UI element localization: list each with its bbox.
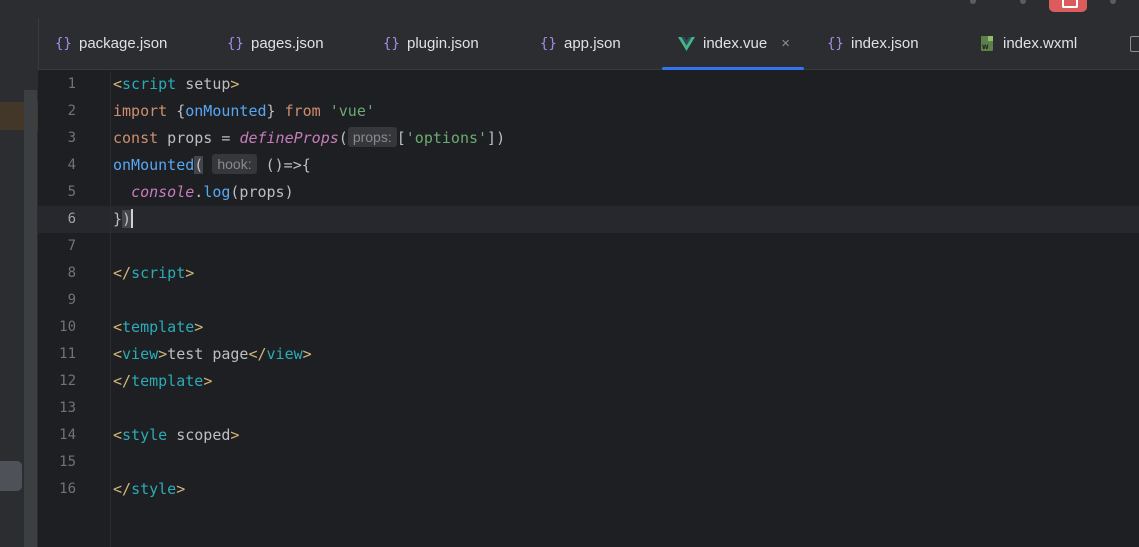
line-number: 10 [59, 319, 76, 335]
text-caret [131, 209, 134, 228]
code-editor[interactable]: 1 2 3 4 5 6 7 8 9 10 11 12 13 14 15 16 <… [38, 71, 1139, 547]
code-line-12: </template> [113, 372, 213, 390]
code-line-1: <script setup> [113, 75, 240, 93]
title-bar [0, 0, 1139, 18]
line-number: 2 [67, 103, 76, 119]
code-line-3: const props = defineProps(props: ['option… [113, 127, 506, 147]
line-number-gutter: 1 2 3 4 5 6 7 8 9 10 11 12 13 14 15 16 [38, 71, 111, 547]
settings-dot-icon[interactable] [1110, 0, 1116, 4]
wxml-file-icon: W [979, 35, 995, 52]
code-line-8: </script> [113, 264, 195, 282]
tab-label: index.vue [703, 35, 768, 52]
code-line-4: onMounted( hook: ()=>{ [113, 154, 311, 174]
tab-label: plugin.json [407, 35, 479, 52]
line-number: 15 [59, 454, 76, 470]
code-line-5: console.log(props) [131, 183, 294, 201]
tab-plugin-json[interactable]: {} plugin.json [383, 18, 479, 69]
json-file-icon: {} [55, 35, 72, 52]
line-number: 5 [67, 184, 76, 200]
line-number: 11 [59, 346, 76, 362]
tab-label: app.json [564, 35, 621, 52]
record-button[interactable] [1049, 0, 1087, 12]
panel-chip[interactable] [0, 461, 22, 491]
line-number: 13 [59, 400, 76, 416]
line-number: 1 [67, 76, 76, 92]
vue-file-icon [678, 36, 695, 51]
record-icon [1062, 0, 1078, 8]
close-tab-icon[interactable]: × [781, 35, 790, 52]
tab-index-wxml[interactable]: W index.wxml [979, 18, 1077, 69]
tab-app-json[interactable]: {} app.json [540, 18, 621, 69]
code-line-2: import {onMounted} from 'vue' [113, 102, 375, 120]
matched-bracket: ) [122, 210, 132, 228]
tab-label: pages.json [251, 35, 324, 52]
json-file-icon: {} [540, 35, 557, 52]
tab-index-json[interactable]: {} index.json [827, 18, 919, 69]
line-number: 7 [67, 238, 76, 254]
line-number: 12 [59, 373, 76, 389]
more-tabs-icon[interactable] [1130, 36, 1139, 52]
tab-pages-json[interactable]: {} pages.json [227, 18, 324, 69]
json-file-icon: {} [227, 35, 244, 52]
line-number: 16 [59, 481, 76, 497]
json-file-icon: {} [827, 35, 844, 52]
code-line-11: <view>test page</view> [113, 345, 312, 363]
json-file-icon: {} [383, 35, 400, 52]
parameter-hint: props: [347, 127, 397, 147]
tool-window-strip [0, 18, 39, 70]
code-line-6: }) [113, 209, 134, 228]
editor-tab-bar: {} package.json {} pages.json {} plugin.… [0, 18, 1139, 70]
line-number-current: 6 [67, 211, 76, 227]
panel-scrollbar[interactable] [24, 90, 37, 547]
code-line-10: <template> [113, 318, 204, 336]
window-dot-icon[interactable] [1020, 0, 1026, 4]
code-line-14: <style scoped> [113, 426, 240, 444]
tab-label: index.json [851, 35, 919, 52]
code-line-16: </style> [113, 480, 186, 498]
wxml-badge: W [982, 43, 989, 51]
tab-index-vue[interactable]: index.vue × [662, 18, 804, 70]
tab-label: package.json [79, 35, 168, 52]
matched-bracket: ( [194, 156, 204, 174]
current-line-highlight [38, 206, 1139, 233]
parameter-hint: hook: [212, 154, 257, 174]
line-number: 3 [67, 130, 76, 146]
line-number: 9 [67, 292, 76, 308]
line-number: 14 [59, 427, 76, 443]
tab-package-json[interactable]: {} package.json [55, 18, 167, 69]
line-number: 8 [67, 265, 76, 281]
tab-label: index.wxml [1003, 35, 1078, 52]
project-panel-edge [0, 70, 38, 547]
line-number: 4 [67, 157, 76, 173]
window-dot-icon[interactable] [970, 0, 976, 4]
